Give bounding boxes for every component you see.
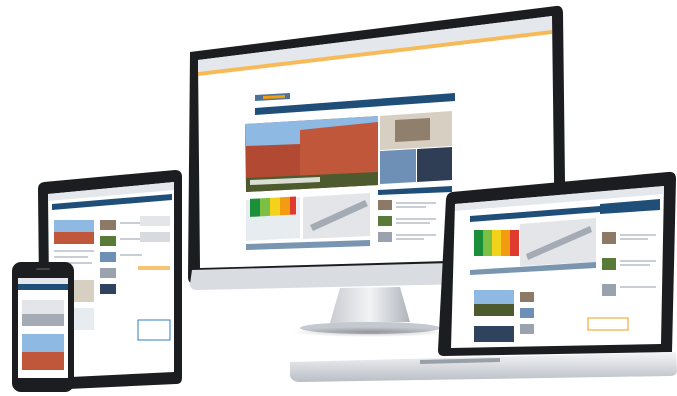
monitor-stand — [330, 287, 410, 323]
devices-illustration — [12, 5, 677, 392]
device-mockup-scene — [0, 0, 677, 396]
smartphone — [12, 262, 74, 392]
laptop-base — [290, 352, 677, 382]
